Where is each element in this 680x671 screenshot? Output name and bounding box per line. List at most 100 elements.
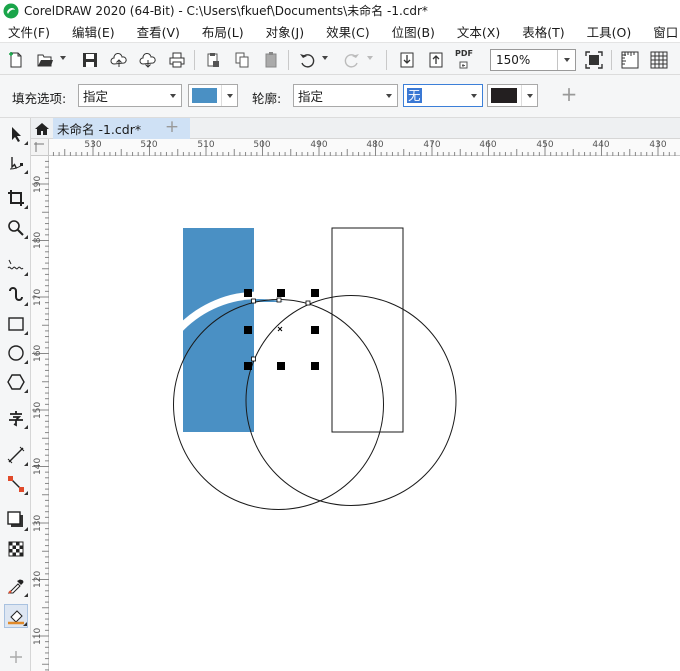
upload-cloud-button[interactable] — [108, 49, 130, 71]
polygon-tool[interactable] — [4, 370, 28, 394]
open-button[interactable] — [34, 49, 56, 71]
zoom-level-combobox[interactable]: 150% — [490, 49, 576, 71]
download-cloud-button[interactable] — [137, 49, 159, 71]
menu-table[interactable]: 表格(T) — [522, 22, 564, 41]
paste-button[interactable] — [260, 49, 282, 71]
toolbar-separator — [386, 50, 387, 70]
toolbar-separator — [288, 50, 289, 70]
save-button[interactable] — [79, 49, 101, 71]
interactive-fill-tool[interactable] — [4, 604, 28, 628]
toolbox — [0, 118, 31, 671]
clipboard-cut-icon — [207, 53, 219, 67]
transparency-tool[interactable] — [4, 537, 28, 561]
ruler-v-label: 150 — [33, 401, 43, 419]
menu-window[interactable]: 窗口 — [653, 22, 678, 41]
copy-button[interactable] — [231, 49, 253, 71]
center-marker[interactable] — [277, 326, 283, 332]
outline-rectangle[interactable] — [331, 227, 404, 433]
crop-tool[interactable] — [4, 186, 28, 210]
outline-type-select[interactable]: 指定 — [293, 84, 398, 107]
show-rulers-button[interactable] — [619, 49, 641, 71]
show-grid-button[interactable] — [648, 49, 670, 71]
zoom-tool[interactable] — [4, 216, 28, 240]
pick-tool-icon — [12, 127, 21, 142]
export-icon — [429, 52, 443, 68]
artistic-media-tool-icon — [9, 287, 23, 301]
cut-button[interactable] — [202, 49, 224, 71]
add-property-button[interactable]: + — [559, 84, 579, 105]
menu-object[interactable]: 对象(J) — [266, 22, 304, 41]
pick-tool[interactable] — [4, 122, 28, 146]
drawing-canvas[interactable] — [49, 157, 680, 671]
new-document-tab-button[interactable]: + — [163, 118, 181, 138]
undo-dropdown-arrow[interactable] — [322, 56, 328, 60]
undo-button[interactable] — [296, 49, 318, 71]
color-eyedropper-tool-icon — [7, 579, 24, 594]
polygon-tool-icon — [7, 374, 25, 390]
copy-icon — [235, 52, 249, 68]
connector-tool[interactable] — [4, 472, 28, 496]
chevron-down-icon[interactable] — [557, 50, 575, 70]
outline-type-value: 指定 — [298, 89, 324, 104]
print-button[interactable] — [166, 49, 188, 71]
shape-tool-icon — [9, 157, 23, 170]
ruler-h-label: 520 — [140, 140, 158, 150]
ruler-origin[interactable] — [31, 139, 49, 156]
right-circle[interactable] — [245, 295, 457, 506]
ellipse-tool[interactable] — [4, 341, 28, 365]
rectangle-tool-icon — [8, 317, 24, 331]
publish-pdf-button[interactable]: PDF — [454, 49, 476, 71]
menu-edit[interactable]: 编辑(E) — [72, 22, 115, 41]
vertical-ruler[interactable]: 190 180 170 160 150 140 130 120 110 — [31, 156, 49, 671]
shape-tool[interactable] — [4, 151, 28, 175]
import-button[interactable] — [396, 49, 418, 71]
fill-type-value: 指定 — [83, 89, 109, 104]
outline-color-swatch — [491, 88, 517, 103]
artistic-media-tool[interactable] — [4, 283, 28, 307]
transparency-tool-icon — [8, 541, 24, 557]
rectangle-tool[interactable] — [4, 312, 28, 336]
parallel-dimension-tool[interactable] — [4, 443, 28, 467]
chevron-down-icon[interactable] — [466, 85, 482, 106]
ruler-h-label: 430 — [649, 140, 667, 150]
redo-dropdown-arrow[interactable] — [367, 56, 373, 60]
toolbar-separator — [611, 50, 612, 70]
drop-shadow-tool-icon — [7, 511, 23, 527]
outline-color-picker[interactable] — [487, 84, 538, 107]
color-eyedropper-tool[interactable] — [4, 574, 28, 598]
canvas-drawing — [173, 227, 457, 510]
drop-shadow-tool[interactable] — [4, 508, 28, 532]
grid-icon — [650, 51, 668, 69]
menu-bitmaps[interactable]: 位图(B) — [392, 22, 435, 41]
menu-file[interactable]: 文件(F) — [8, 22, 50, 41]
welcome-screen-tab[interactable] — [32, 119, 52, 138]
menu-tools[interactable]: 工具(O) — [587, 22, 632, 41]
connector-tool-icon — [8, 476, 24, 492]
redo-button[interactable] — [341, 49, 363, 71]
ellipse-tool-icon — [8, 345, 24, 361]
fill-type-select[interactable]: 指定 — [78, 84, 182, 107]
folder-open-icon — [37, 54, 53, 67]
ruler-v-label: 190 — [33, 175, 43, 193]
open-dropdown-arrow[interactable] — [60, 56, 66, 60]
crop-tool-icon — [8, 190, 24, 206]
add-tool-button[interactable] — [4, 645, 28, 669]
chevron-down-icon — [381, 85, 397, 106]
import-icon — [400, 52, 414, 68]
horizontal-ruler[interactable]: 530 520 510 500 490 480 470 460 450 440 … — [49, 139, 680, 156]
new-document-icon — [9, 52, 22, 68]
new-document-button[interactable] — [5, 49, 27, 71]
ruler-v-label: 110 — [33, 627, 43, 645]
freehand-tool[interactable] — [4, 253, 28, 277]
text-tool-icon — [9, 411, 23, 427]
menu-layout[interactable]: 布局(L) — [202, 22, 244, 41]
outline-width-input[interactable]: 无 — [403, 84, 483, 107]
menu-text[interactable]: 文本(X) — [457, 22, 500, 41]
full-screen-preview-button[interactable] — [583, 49, 605, 71]
fill-color-picker[interactable] — [188, 84, 238, 107]
menu-effects[interactable]: 效果(C) — [326, 22, 369, 41]
text-tool[interactable] — [4, 406, 28, 430]
outline-width-value: 无 — [407, 88, 422, 103]
menu-view[interactable]: 查看(V) — [137, 22, 180, 41]
export-button[interactable] — [425, 49, 447, 71]
